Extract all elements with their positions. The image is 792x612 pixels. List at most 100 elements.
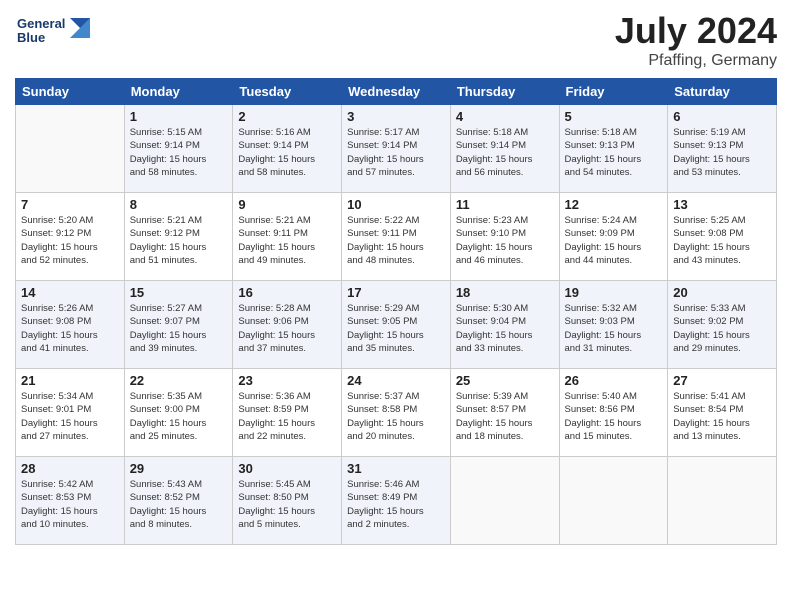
day-number: 20 <box>673 285 771 300</box>
table-row <box>668 457 777 545</box>
day-info: Sunrise: 5:30 AM Sunset: 9:04 PM Dayligh… <box>456 302 554 355</box>
table-row: 27 Sunrise: 5:41 AM Sunset: 8:54 PM Dayli… <box>668 369 777 457</box>
table-row: 22Sunrise: 5:35 AM Sunset: 9:00 PM Dayli… <box>124 369 233 457</box>
day-number: 13 <box>673 197 771 212</box>
table-row: 30Sunrise: 5:45 AM Sunset: 8:50 PM Dayli… <box>233 457 342 545</box>
table-row <box>559 457 668 545</box>
day-number: 25 <box>456 373 554 388</box>
day-number: 14 <box>21 285 119 300</box>
table-row: 3 Sunrise: 5:17 AM Sunset: 9:14 PM Daylig… <box>342 105 451 193</box>
day-info: Sunrise: 5:33 AM Sunset: 9:02 PM Dayligh… <box>673 302 771 355</box>
header-thursday: Thursday <box>450 79 559 105</box>
day-number: 8 <box>130 197 228 212</box>
table-row: 19 Sunrise: 5:32 AM Sunset: 9:03 PM Dayli… <box>559 281 668 369</box>
day-info: Sunrise: 5:46 AM Sunset: 8:49 PM Dayligh… <box>347 478 445 531</box>
day-number: 12 <box>565 197 663 212</box>
table-row: 5 Sunrise: 5:18 AM Sunset: 9:13 PM Daylig… <box>559 105 668 193</box>
header-tuesday: Tuesday <box>233 79 342 105</box>
day-info: Sunrise: 5:21 AM Sunset: 9:12 PM Dayligh… <box>130 214 228 267</box>
week-row-3: 14 Sunrise: 5:26 AM Sunset: 9:08 PM Dayli… <box>16 281 777 369</box>
header: General Blue July 2024 Pfaffing, Germany <box>15 10 777 70</box>
month-year: July 2024 <box>615 10 777 52</box>
header-monday: Monday <box>124 79 233 105</box>
logo-icon: General Blue <box>15 10 95 55</box>
day-info: Sunrise: 5:41 AM Sunset: 8:54 PM Dayligh… <box>673 390 771 443</box>
day-number: 31 <box>347 461 445 476</box>
table-row: 16 Sunrise: 5:28 AM Sunset: 9:06 PM Dayli… <box>233 281 342 369</box>
day-info: Sunrise: 5:16 AM Sunset: 9:14 PM Dayligh… <box>238 126 336 179</box>
table-row: 6Sunrise: 5:19 AM Sunset: 9:13 PM Daylig… <box>668 105 777 193</box>
week-row-2: 7 Sunrise: 5:20 AM Sunset: 9:12 PM Daylig… <box>16 193 777 281</box>
calendar-container: General Blue July 2024 Pfaffing, Germany… <box>0 0 792 612</box>
day-number: 10 <box>347 197 445 212</box>
day-info: Sunrise: 5:23 AM Sunset: 9:10 PM Dayligh… <box>456 214 554 267</box>
day-info: Sunrise: 5:17 AM Sunset: 9:14 PM Dayligh… <box>347 126 445 179</box>
day-info: Sunrise: 5:27 AM Sunset: 9:07 PM Dayligh… <box>130 302 228 355</box>
table-row <box>16 105 125 193</box>
table-row: 4 Sunrise: 5:18 AM Sunset: 9:14 PM Daylig… <box>450 105 559 193</box>
table-row: 20 Sunrise: 5:33 AM Sunset: 9:02 PM Dayli… <box>668 281 777 369</box>
table-row: 15 Sunrise: 5:27 AM Sunset: 9:07 PM Dayli… <box>124 281 233 369</box>
day-info: Sunrise: 5:28 AM Sunset: 9:06 PM Dayligh… <box>238 302 336 355</box>
day-number: 11 <box>456 197 554 212</box>
week-row-1: 1 Sunrise: 5:15 AM Sunset: 9:14 PM Daylig… <box>16 105 777 193</box>
day-info: Sunrise: 5:20 AM Sunset: 9:12 PM Dayligh… <box>21 214 119 267</box>
day-number: 2 <box>238 109 336 124</box>
day-info: Sunrise: 5:24 AM Sunset: 9:09 PM Dayligh… <box>565 214 663 267</box>
day-number: 9 <box>238 197 336 212</box>
day-number: 19 <box>565 285 663 300</box>
day-info: Sunrise: 5:36 AM Sunset: 8:59 PM Dayligh… <box>238 390 336 443</box>
table-row: 10 Sunrise: 5:22 AM Sunset: 9:11 PM Dayli… <box>342 193 451 281</box>
day-number: 26 <box>565 373 663 388</box>
day-info: Sunrise: 5:26 AM Sunset: 9:08 PM Dayligh… <box>21 302 119 355</box>
logo: General Blue <box>15 10 95 55</box>
svg-text:Blue: Blue <box>17 30 45 45</box>
table-row: 25 Sunrise: 5:39 AM Sunset: 8:57 PM Dayli… <box>450 369 559 457</box>
day-info: Sunrise: 5:19 AM Sunset: 9:13 PM Dayligh… <box>673 126 771 179</box>
day-info: Sunrise: 5:18 AM Sunset: 9:14 PM Dayligh… <box>456 126 554 179</box>
day-number: 4 <box>456 109 554 124</box>
day-number: 21 <box>21 373 119 388</box>
table-row: 26 Sunrise: 5:40 AM Sunset: 8:56 PM Dayli… <box>559 369 668 457</box>
day-info: Sunrise: 5:22 AM Sunset: 9:11 PM Dayligh… <box>347 214 445 267</box>
table-row: 24Sunrise: 5:37 AM Sunset: 8:58 PM Dayli… <box>342 369 451 457</box>
week-row-5: 28Sunrise: 5:42 AM Sunset: 8:53 PM Dayli… <box>16 457 777 545</box>
table-row: 9 Sunrise: 5:21 AM Sunset: 9:11 PM Daylig… <box>233 193 342 281</box>
table-row <box>450 457 559 545</box>
day-number: 27 <box>673 373 771 388</box>
title-area: July 2024 Pfaffing, Germany <box>615 10 777 70</box>
day-info: Sunrise: 5:15 AM Sunset: 9:14 PM Dayligh… <box>130 126 228 179</box>
day-number: 29 <box>130 461 228 476</box>
day-info: Sunrise: 5:25 AM Sunset: 9:08 PM Dayligh… <box>673 214 771 267</box>
day-number: 16 <box>238 285 336 300</box>
header-friday: Friday <box>559 79 668 105</box>
day-info: Sunrise: 5:37 AM Sunset: 8:58 PM Dayligh… <box>347 390 445 443</box>
header-sunday: Sunday <box>16 79 125 105</box>
table-row: 1 Sunrise: 5:15 AM Sunset: 9:14 PM Daylig… <box>124 105 233 193</box>
day-info: Sunrise: 5:40 AM Sunset: 8:56 PM Dayligh… <box>565 390 663 443</box>
header-wednesday: Wednesday <box>342 79 451 105</box>
day-number: 1 <box>130 109 228 124</box>
day-number: 3 <box>347 109 445 124</box>
day-info: Sunrise: 5:18 AM Sunset: 9:13 PM Dayligh… <box>565 126 663 179</box>
day-info: Sunrise: 5:45 AM Sunset: 8:50 PM Dayligh… <box>238 478 336 531</box>
table-row: 17Sunrise: 5:29 AM Sunset: 9:05 PM Dayli… <box>342 281 451 369</box>
day-info: Sunrise: 5:32 AM Sunset: 9:03 PM Dayligh… <box>565 302 663 355</box>
table-row: 23Sunrise: 5:36 AM Sunset: 8:59 PM Dayli… <box>233 369 342 457</box>
day-info: Sunrise: 5:34 AM Sunset: 9:01 PM Dayligh… <box>21 390 119 443</box>
week-row-4: 21 Sunrise: 5:34 AM Sunset: 9:01 PM Dayli… <box>16 369 777 457</box>
table-row: 13 Sunrise: 5:25 AM Sunset: 9:08 PM Dayli… <box>668 193 777 281</box>
weekday-header-row: Sunday Monday Tuesday Wednesday Thursday… <box>16 79 777 105</box>
day-info: Sunrise: 5:21 AM Sunset: 9:11 PM Dayligh… <box>238 214 336 267</box>
table-row: 18Sunrise: 5:30 AM Sunset: 9:04 PM Dayli… <box>450 281 559 369</box>
table-row: 2 Sunrise: 5:16 AM Sunset: 9:14 PM Daylig… <box>233 105 342 193</box>
day-info: Sunrise: 5:39 AM Sunset: 8:57 PM Dayligh… <box>456 390 554 443</box>
day-info: Sunrise: 5:42 AM Sunset: 8:53 PM Dayligh… <box>21 478 119 531</box>
day-number: 7 <box>21 197 119 212</box>
table-row: 7 Sunrise: 5:20 AM Sunset: 9:12 PM Daylig… <box>16 193 125 281</box>
table-row: 8 Sunrise: 5:21 AM Sunset: 9:12 PM Daylig… <box>124 193 233 281</box>
day-number: 22 <box>130 373 228 388</box>
day-number: 5 <box>565 109 663 124</box>
svg-text:General: General <box>17 16 65 31</box>
day-number: 15 <box>130 285 228 300</box>
